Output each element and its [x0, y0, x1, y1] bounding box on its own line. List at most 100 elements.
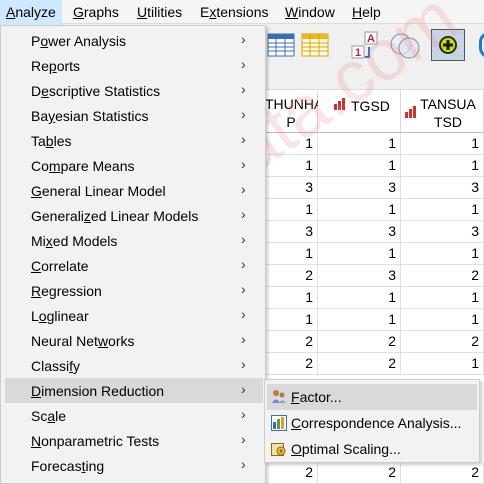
table-cell[interactable]: 1 [401, 243, 484, 265]
menu-item-nonparametric-tests[interactable]: Nonparametric Tests › [5, 428, 263, 453]
table-cell[interactable]: 1 [265, 155, 318, 177]
insert-variable-icon[interactable] [301, 31, 331, 61]
menu-bar: Analyze Graphs Utilities Extensions Window He… [0, 0, 484, 25]
dimension-reduction-submenu: Factor... Correspondence Analysis... Opt… [264, 379, 480, 463]
menu-item-label: Nonparametric Tests [31, 433, 160, 449]
table-cell[interactable]: 1 [401, 353, 484, 375]
ordinal-measure-icon [405, 106, 416, 118]
table-cell[interactable]: 1 [318, 133, 401, 155]
menubar-item-graphs[interactable]: Graphs [73, 4, 119, 20]
table-cell[interactable]: 1 [401, 287, 484, 309]
svg-text:A: A [367, 33, 375, 45]
table-cell[interactable]: 2 [265, 462, 318, 484]
column-header-label: TGSD [351, 98, 390, 114]
menu-item-label: Factor... [291, 389, 342, 405]
table-cell[interactable]: 2 [401, 265, 484, 287]
submenu-arrow-icon: › [241, 106, 246, 122]
table-cell[interactable]: 2 [318, 353, 401, 375]
menu-item-label: Correlate [31, 258, 89, 274]
menu-item-optimal-scaling[interactable]: Optimal Scaling... [267, 436, 477, 462]
submenu-arrow-icon: › [241, 431, 246, 447]
menu-item-factor[interactable]: Factor... [267, 384, 477, 410]
submenu-arrow-icon: › [241, 281, 246, 297]
table-cell[interactable]: 1 [401, 155, 484, 177]
menubar-item-window[interactable]: Window [285, 4, 335, 20]
menu-item-tables[interactable]: Tables › [5, 128, 263, 153]
table-cell[interactable]: 3 [318, 221, 401, 243]
table-cell[interactable]: 2 [318, 331, 401, 353]
menu-item-scale[interactable]: Scale › [5, 403, 263, 428]
submenu-arrow-icon: › [241, 231, 246, 247]
menu-item-compare-means[interactable]: Compare Means › [5, 153, 263, 178]
table-cell[interactable]: 1 [265, 133, 318, 155]
table-cell[interactable]: 1 [401, 309, 484, 331]
table-cell[interactable]: 3 [401, 221, 484, 243]
table-cell[interactable]: 3 [318, 265, 401, 287]
menu-item-correlate[interactable]: Correlate › [5, 253, 263, 278]
insert-cases-icon[interactable] [267, 31, 297, 61]
menu-item-forecasting[interactable]: Forecasting › [5, 453, 263, 478]
ordinal-measure-icon [334, 98, 345, 110]
table-cell[interactable]: 1 [318, 155, 401, 177]
table-cell[interactable]: 1 [265, 309, 318, 331]
menu-item-correspondence-analysis[interactable]: Correspondence Analysis... [267, 410, 477, 436]
column-header-tansuatsd[interactable]: TANSUA TSD [401, 91, 484, 133]
menu-item-descriptive-statistics[interactable]: Descriptive Statistics › [5, 78, 263, 103]
menubar-item-analyze[interactable]: Analyze [0, 0, 62, 25]
menu-item-label: General Linear Model [31, 183, 166, 199]
grid-top-bar [265, 68, 484, 90]
table-cell[interactable]: 2 [401, 462, 484, 484]
table-cell[interactable]: 2 [401, 331, 484, 353]
table-cell[interactable]: 1 [318, 243, 401, 265]
menu-item-generalized-linear-models[interactable]: Generalized Linear Models › [5, 203, 263, 228]
table-cell[interactable]: 1 [265, 287, 318, 309]
table-cell[interactable]: 1 [265, 199, 318, 221]
menu-item-general-linear-model[interactable]: General Linear Model › [5, 178, 263, 203]
submenu-arrow-icon: › [241, 306, 246, 322]
menu-item-dimension-reduction[interactable]: Dimension Reduction › [5, 378, 263, 403]
submenu-arrow-icon: › [241, 81, 246, 97]
svg-text:1: 1 [355, 47, 361, 59]
submenu-arrow-icon: › [241, 406, 246, 422]
menu-item-label: Reports [31, 58, 81, 74]
value-labels-icon[interactable]: A 1 [351, 31, 381, 61]
table-cell[interactable]: 1 [318, 199, 401, 221]
use-sets-icon[interactable] [389, 31, 420, 61]
add-on-icon[interactable] [431, 29, 465, 61]
optimal-scaling-icon [271, 441, 287, 457]
menu-item-classify[interactable]: Classify › [5, 353, 263, 378]
table-cell[interactable]: 1 [265, 243, 318, 265]
menu-item-label: Scale [31, 408, 67, 424]
submenu-arrow-icon: › [241, 456, 246, 472]
table-cell[interactable]: 3 [318, 177, 401, 199]
column-header-tgsd[interactable]: TGSD [318, 91, 401, 133]
menubar-item-help[interactable]: Help [352, 4, 381, 20]
table-cell[interactable]: 1 [318, 309, 401, 331]
table-cell[interactable]: 2 [318, 462, 401, 484]
column-header-thunhap[interactable]: THUNHA P [265, 91, 323, 133]
table-cell[interactable]: 1 [318, 287, 401, 309]
menu-item-loglinear[interactable]: Loglinear › [5, 303, 263, 328]
menu-item-bayesian-statistics[interactable]: Bayesian Statistics › [5, 103, 263, 128]
menu-item-reports[interactable]: Reports › [5, 53, 263, 78]
menu-item-power-analysis[interactable]: Power Analysis › [5, 28, 263, 53]
table-cell[interactable]: 2 [265, 265, 318, 287]
table-cell[interactable]: 1 [401, 199, 484, 221]
menubar-item-extensions[interactable]: Extensions [200, 4, 269, 20]
menubar-item-utilities[interactable]: Utilities [137, 4, 182, 20]
analyze-menu: Power Analysis › Reports › Descriptive Stati… [0, 25, 266, 484]
table-cell[interactable]: 3 [265, 177, 318, 199]
partial-blue-icon[interactable] [479, 32, 484, 58]
table-cell[interactable]: 2 [265, 331, 318, 353]
menu-item-label: Regression [31, 283, 102, 299]
menu-item-mixed-models[interactable]: Mixed Models › [5, 228, 263, 253]
table-cell[interactable]: 1 [401, 133, 484, 155]
table-cell[interactable]: 3 [401, 177, 484, 199]
menu-item-regression[interactable]: Regression › [5, 278, 263, 303]
submenu-arrow-icon: › [241, 206, 246, 222]
table-cell[interactable]: 3 [265, 221, 318, 243]
menu-item-label: Dimension Reduction [31, 383, 165, 399]
table-cell[interactable]: 2 [265, 353, 318, 375]
menu-item-neural-networks[interactable]: Neural Networks › [5, 328, 263, 353]
submenu-arrow-icon: › [241, 181, 246, 197]
